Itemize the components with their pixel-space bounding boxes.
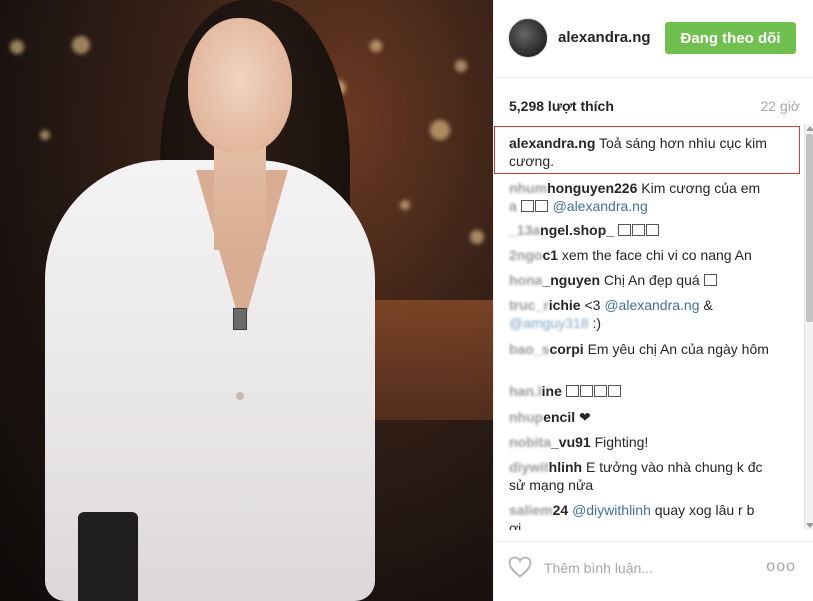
more-options-icon[interactable]: ooo (766, 558, 796, 576)
bokeh-light (370, 40, 382, 52)
person-face (188, 18, 292, 153)
comment-user[interactable]: _13angel.shop_ (509, 222, 614, 238)
list-item: nhupencil ❤ (509, 408, 799, 426)
bokeh-light (455, 60, 467, 72)
comment-text: Kim cương của em (641, 180, 761, 196)
heart-icon[interactable] (508, 556, 532, 578)
jacket-button (236, 392, 244, 400)
comments-scrollbar[interactable] (804, 124, 813, 530)
scroll-down-arrow-icon[interactable] (806, 523, 813, 528)
comment-mention[interactable]: @alexandra.ng (553, 198, 648, 214)
comment-text: ❤ (579, 409, 591, 425)
bokeh-light (10, 40, 24, 54)
emoji-glyph (607, 385, 621, 397)
list-item: saliem24 @diywithlinh quay xog lâu r b ơ… (509, 501, 799, 530)
caption-user[interactable]: alexandra.ng (509, 135, 595, 151)
comment-mention[interactable]: @amguy318 (509, 315, 589, 331)
emoji-glyph (565, 385, 579, 397)
comments-list[interactable]: alexandra.ng Toả sáng hơn nhìu cục kim c… (494, 124, 802, 530)
bokeh-light (430, 120, 450, 140)
comment-user[interactable]: 2ngoc1 (509, 247, 558, 263)
necklace-pendant (233, 308, 247, 330)
comment-text: Em yêu chị An của ngày hôm (587, 341, 769, 357)
likes-count[interactable]: 5,298 lượt thích (509, 98, 614, 114)
emoji-glyph (534, 200, 548, 212)
list-item: nhumhonguyen226 Kim cương của em a @alex… (509, 179, 799, 215)
comment-user[interactable]: han.line (509, 383, 562, 399)
post-side-panel: alexandra.ng Đang theo dõi 5,298 lượt th… (493, 0, 813, 601)
list-item: truc_richie <3 @alexandra.ng & @amguy318… (509, 296, 799, 332)
scroll-up-arrow-icon[interactable] (806, 126, 813, 131)
comment-text-cont: ơi (509, 520, 522, 530)
list-item: diywithlinh E tưởng vào nhà chung k đc s… (509, 458, 799, 494)
comment-text-tail: & (703, 297, 713, 313)
list-item: 2ngoc1 xem the face chi vi co nang An (509, 246, 799, 264)
list-item: hona_nguyen Chị An đẹp quá (509, 271, 799, 289)
comment-user[interactable]: saliem24 (509, 502, 568, 518)
list-item: han.line (509, 382, 799, 400)
post-photo[interactable] (0, 0, 493, 601)
likes-row: 5,298 lượt thích 22 giờ (494, 88, 813, 124)
comment-user[interactable]: hona_nguyen (509, 272, 600, 288)
comment-text: <3 (584, 297, 601, 313)
comment-text-cont: a (509, 198, 517, 214)
emoji-glyph (645, 224, 659, 236)
post-footer: Thêm bình luận... ooo (494, 541, 813, 601)
comment-user[interactable]: nhupencil (509, 409, 575, 425)
list-item: nobita_vu91 Fighting! (509, 433, 799, 451)
emoji-glyph (703, 274, 717, 286)
emoji-glyph (631, 224, 645, 236)
emoji-glyph (617, 224, 631, 236)
comment-text: Chị An đẹp quá (603, 272, 700, 288)
bokeh-light (72, 36, 90, 54)
avatar[interactable] (508, 18, 548, 58)
comment-user[interactable]: diywithlinh (509, 459, 582, 475)
post-username[interactable]: alexandra.ng (558, 29, 651, 46)
bokeh-light (400, 200, 410, 210)
handbag (78, 512, 138, 601)
emoji-glyph (520, 200, 534, 212)
comment-text: quay xog lâu r b (654, 502, 755, 518)
bokeh-light (40, 130, 50, 140)
comment-text: E tưởng vào nhà chung k đc (586, 459, 763, 475)
bokeh-light (470, 230, 484, 244)
comment-user[interactable]: truc_richie (509, 297, 581, 313)
emoji-glyph (593, 385, 607, 397)
comment-text-tail: :) (592, 315, 602, 331)
post-header: alexandra.ng Đang theo dõi (494, 0, 813, 78)
list-item: bao_scorpi Em yêu chị An của ngày hôm (509, 340, 799, 358)
comment-text: Fighting! (594, 434, 649, 450)
comment-mention[interactable]: @alexandra.ng (604, 297, 699, 313)
comment-mention[interactable]: @diywithlinh (572, 502, 651, 518)
post-time[interactable]: 22 giờ (760, 98, 800, 114)
add-comment-input[interactable]: Thêm bình luận... (544, 560, 653, 576)
comment-text-cont: sử mạng nửa (509, 477, 594, 493)
scroll-thumb[interactable] (806, 134, 813, 322)
comment-text: xem the face chi vi co nang An (561, 247, 752, 263)
comment-user[interactable]: nobita_vu91 (509, 434, 591, 450)
comment-user[interactable]: bao_scorpi (509, 341, 584, 357)
emoji-glyph (579, 385, 593, 397)
following-button[interactable]: Đang theo dõi (665, 22, 796, 54)
list-item: _13angel.shop_ (509, 221, 799, 239)
person-neck (214, 140, 266, 250)
comment-user[interactable]: nhumhonguyen226 (509, 180, 637, 196)
caption: alexandra.ng Toả sáng hơn nhìu cục kim c… (509, 134, 799, 170)
